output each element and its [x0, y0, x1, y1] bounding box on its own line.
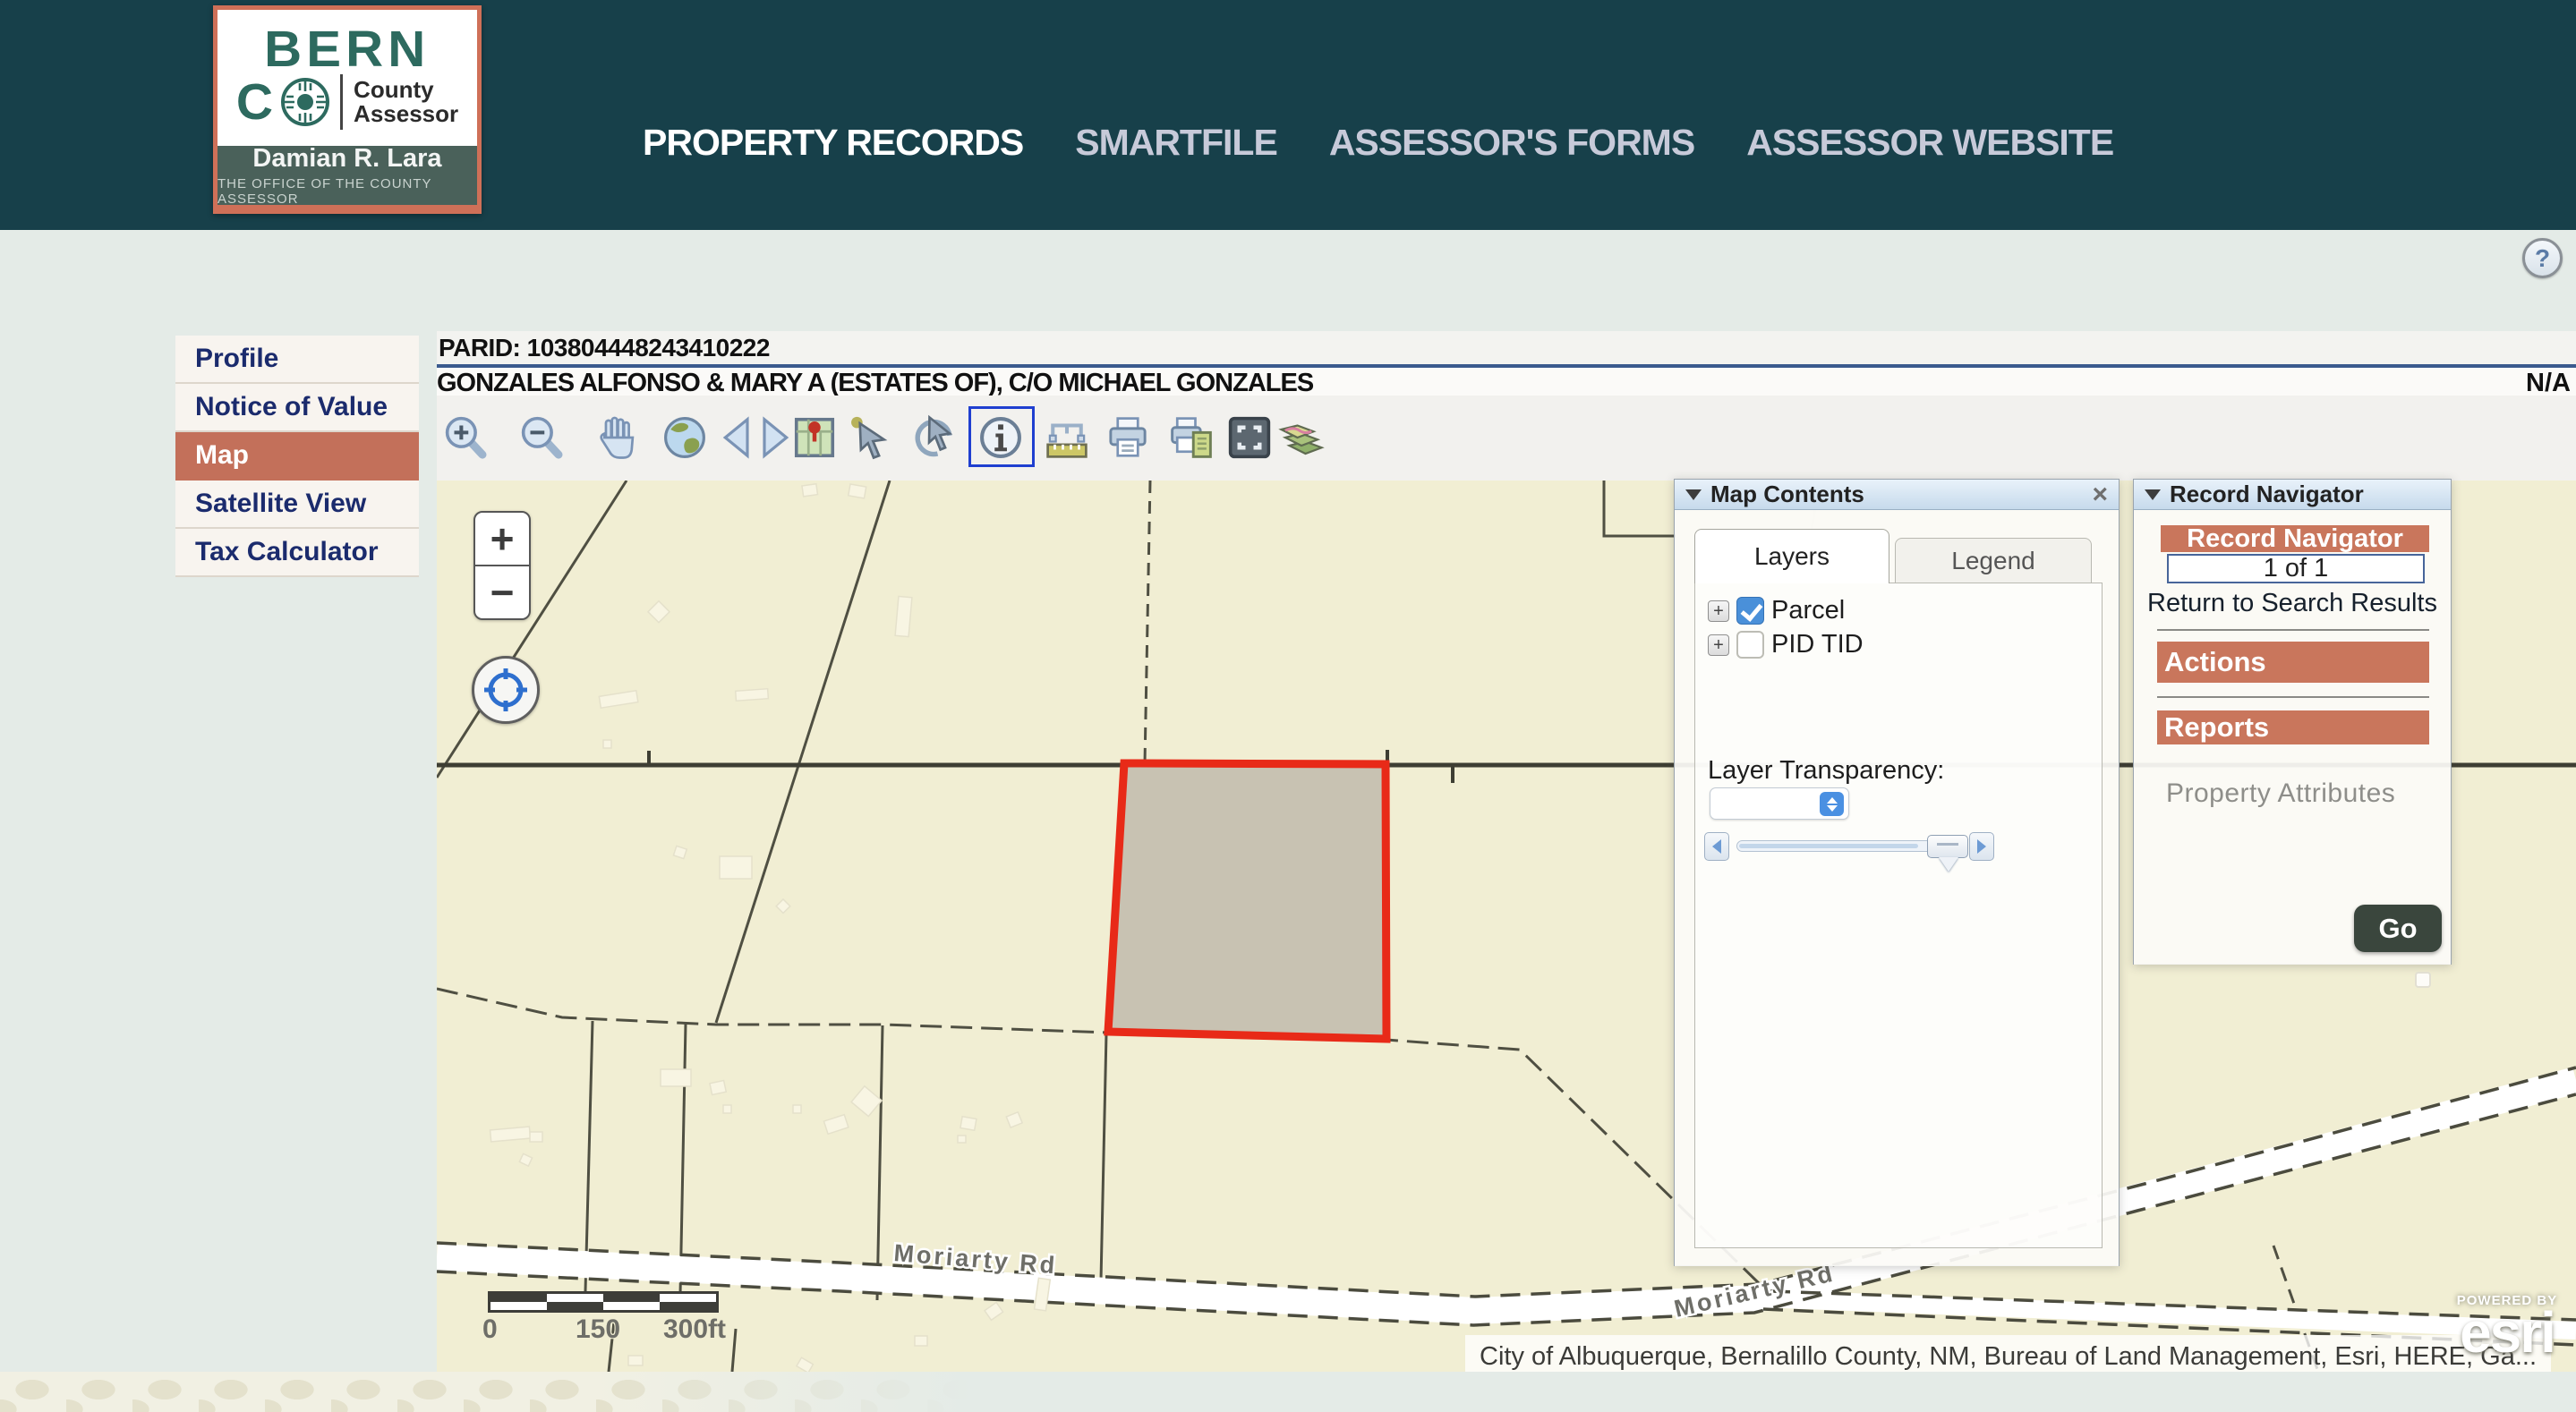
logo-subtitle: County Assessor: [354, 78, 458, 127]
sidebar: Profile Notice of Value Map Satellite Vi…: [175, 336, 419, 577]
map-contents-panel: Map Contents × + Parcel + PID TID Layer …: [1674, 479, 2120, 1266]
map-zoom-out-button[interactable]: −: [475, 566, 529, 618]
record-navigator-body: Record Navigator 1 of 1 Return to Search…: [2134, 510, 2451, 965]
layer-row-pid-tid: + PID TID: [1708, 630, 1864, 659]
next-extent-icon[interactable]: [748, 413, 797, 462]
slider-left-arrow[interactable]: [1704, 832, 1729, 861]
nav-assessor-website[interactable]: ASSESSOR WEBSITE: [1746, 122, 2113, 164]
map-zoom-in-button[interactable]: +: [475, 513, 529, 566]
close-icon[interactable]: ×: [2092, 481, 2108, 508]
full-screen-icon[interactable]: [1225, 413, 1274, 462]
zoom-out-icon[interactable]: [518, 413, 567, 462]
parid-value: PARID: 103804448243410222: [437, 334, 770, 362]
owner-band: GONZALES ALFONSO & MARY A (ESTATES OF), …: [437, 368, 2576, 398]
return-to-search-results-link[interactable]: Return to Search Results: [2134, 589, 2451, 618]
sidebar-item-satellite-view[interactable]: Satellite View: [175, 481, 419, 529]
esri-logo: POWERED BY esri: [2449, 1293, 2565, 1357]
page: BERN C County: [0, 0, 2576, 1412]
collapse-icon[interactable]: [1685, 489, 1702, 500]
logo-co-row: C County Assessor: [236, 74, 458, 130]
pid-tid-checkbox[interactable]: [1736, 631, 1764, 659]
print-icon[interactable]: [1104, 413, 1152, 462]
record-position: 1 of 1: [2167, 554, 2425, 583]
full-extent-globe-icon[interactable]: [661, 413, 709, 462]
scale-mid: 150: [576, 1314, 620, 1345]
logo-divider: [340, 74, 343, 130]
record-navigator-panel: Record Navigator Record Navigator 1 of 1…: [2133, 479, 2452, 965]
zoom-in-icon[interactable]: [442, 413, 490, 462]
divider: [2157, 629, 2429, 631]
layer-label-pid-tid: PID TID: [1771, 630, 1864, 659]
parcel-checkbox[interactable]: [1736, 597, 1764, 625]
export-map-icon[interactable]: [1167, 413, 1215, 462]
map-attribution: City of Albuquerque, Bernalillo County, …: [1465, 1335, 2551, 1372]
select-spinner-icon[interactable]: [1820, 792, 1844, 816]
assessor-name: Damian R. Lara: [252, 144, 441, 174]
owner-name: GONZALES ALFONSO & MARY A (ESTATES OF), …: [437, 369, 2526, 398]
scale-start: 0: [482, 1314, 498, 1345]
logo-bern-text: BERN: [264, 26, 430, 72]
logo-top: BERN C County: [218, 10, 477, 146]
overview-map-icon[interactable]: [790, 413, 839, 462]
transparency-label: Layer Transparency:: [1708, 756, 1944, 786]
record-navigator-title: Record Navigator: [2170, 481, 2364, 508]
esri-brand: esri: [2449, 1308, 2565, 1357]
actions-section-header[interactable]: Actions: [2157, 642, 2429, 683]
record-navigator-bar: Record Navigator: [2161, 525, 2429, 552]
transparency-select[interactable]: [1710, 787, 1849, 820]
bernco-logo: BERN C County: [213, 5, 482, 214]
locate-button[interactable]: [472, 656, 540, 724]
sidebar-item-map[interactable]: Map: [175, 432, 419, 481]
divider: [2157, 696, 2429, 698]
layer-label-parcel: Parcel: [1771, 596, 1845, 625]
tab-legend[interactable]: Legend: [1895, 538, 2092, 583]
panel-resize-handle[interactable]: [2415, 972, 2431, 988]
map-contents-header[interactable]: Map Contents ×: [1675, 480, 2119, 510]
identify-info-icon[interactable]: [977, 413, 1025, 462]
sidebar-item-notice-of-value[interactable]: Notice of Value: [175, 384, 419, 432]
layer-row-parcel: + Parcel: [1708, 596, 1845, 625]
expand-icon[interactable]: +: [1708, 634, 1729, 656]
crosshair-icon: [482, 667, 529, 713]
nav-assessors-forms[interactable]: ASSESSOR'S FORMS: [1329, 122, 1694, 164]
parid-band: PARID: 103804448243410222: [437, 331, 2576, 364]
footer-decoration: [0, 1372, 992, 1412]
map-zoom-control: + −: [473, 511, 531, 620]
layers-icon[interactable]: [1277, 413, 1326, 462]
owner-right-value: N/A: [2526, 369, 2576, 398]
slider-right-arrow[interactable]: [1969, 832, 1994, 861]
reports-section-header[interactable]: Reports: [2157, 710, 2429, 744]
property-attributes-label: Property Attributes: [2166, 778, 2395, 809]
sidebar-item-profile[interactable]: Profile: [175, 336, 419, 384]
select-pointer-icon[interactable]: [846, 413, 894, 462]
logo-co-text: C: [236, 80, 274, 125]
transparency-slider: [1704, 830, 2000, 872]
zia-sun-icon: [281, 78, 329, 126]
app-header: BERN C County: [0, 0, 2576, 230]
selected-parcel[interactable]: [1108, 763, 1386, 1039]
go-button[interactable]: Go: [2354, 905, 2442, 952]
scale-end: 300ft: [663, 1314, 726, 1345]
collapse-icon[interactable]: [2145, 489, 2161, 500]
pan-hand-icon[interactable]: [593, 413, 642, 462]
logo-bottom: Damian R. Lara THE OFFICE OF THE COUNTY …: [218, 146, 477, 205]
hyperlink-tool-icon[interactable]: [909, 413, 958, 462]
top-nav: PROPERTY RECORDS SMARTFILE ASSESSOR'S FO…: [643, 120, 2113, 165]
nav-smartfile[interactable]: SMARTFILE: [1075, 122, 1277, 164]
slider-track[interactable]: [1736, 840, 1962, 852]
help-icon[interactable]: ?: [2522, 238, 2563, 278]
sidebar-item-tax-calculator[interactable]: Tax Calculator: [175, 529, 419, 577]
record-navigator-header[interactable]: Record Navigator: [2134, 480, 2451, 510]
slider-handle[interactable]: [1927, 835, 1968, 858]
expand-icon[interactable]: +: [1708, 600, 1729, 622]
nav-property-records[interactable]: PROPERTY RECORDS: [643, 122, 1023, 164]
map-contents-body: + Parcel + PID TID Layer Transparency:: [1675, 510, 2119, 1266]
measure-icon[interactable]: [1043, 413, 1091, 462]
layers-tab-content: + Parcel + PID TID Layer Transparency:: [1694, 583, 2103, 1248]
scale-bar: 0 150 300ft: [488, 1291, 719, 1343]
assessor-office: THE OFFICE OF THE COUNTY ASSESSOR: [218, 176, 477, 207]
tab-layers[interactable]: Layers: [1694, 529, 1889, 583]
map-contents-title: Map Contents: [1710, 481, 1864, 508]
